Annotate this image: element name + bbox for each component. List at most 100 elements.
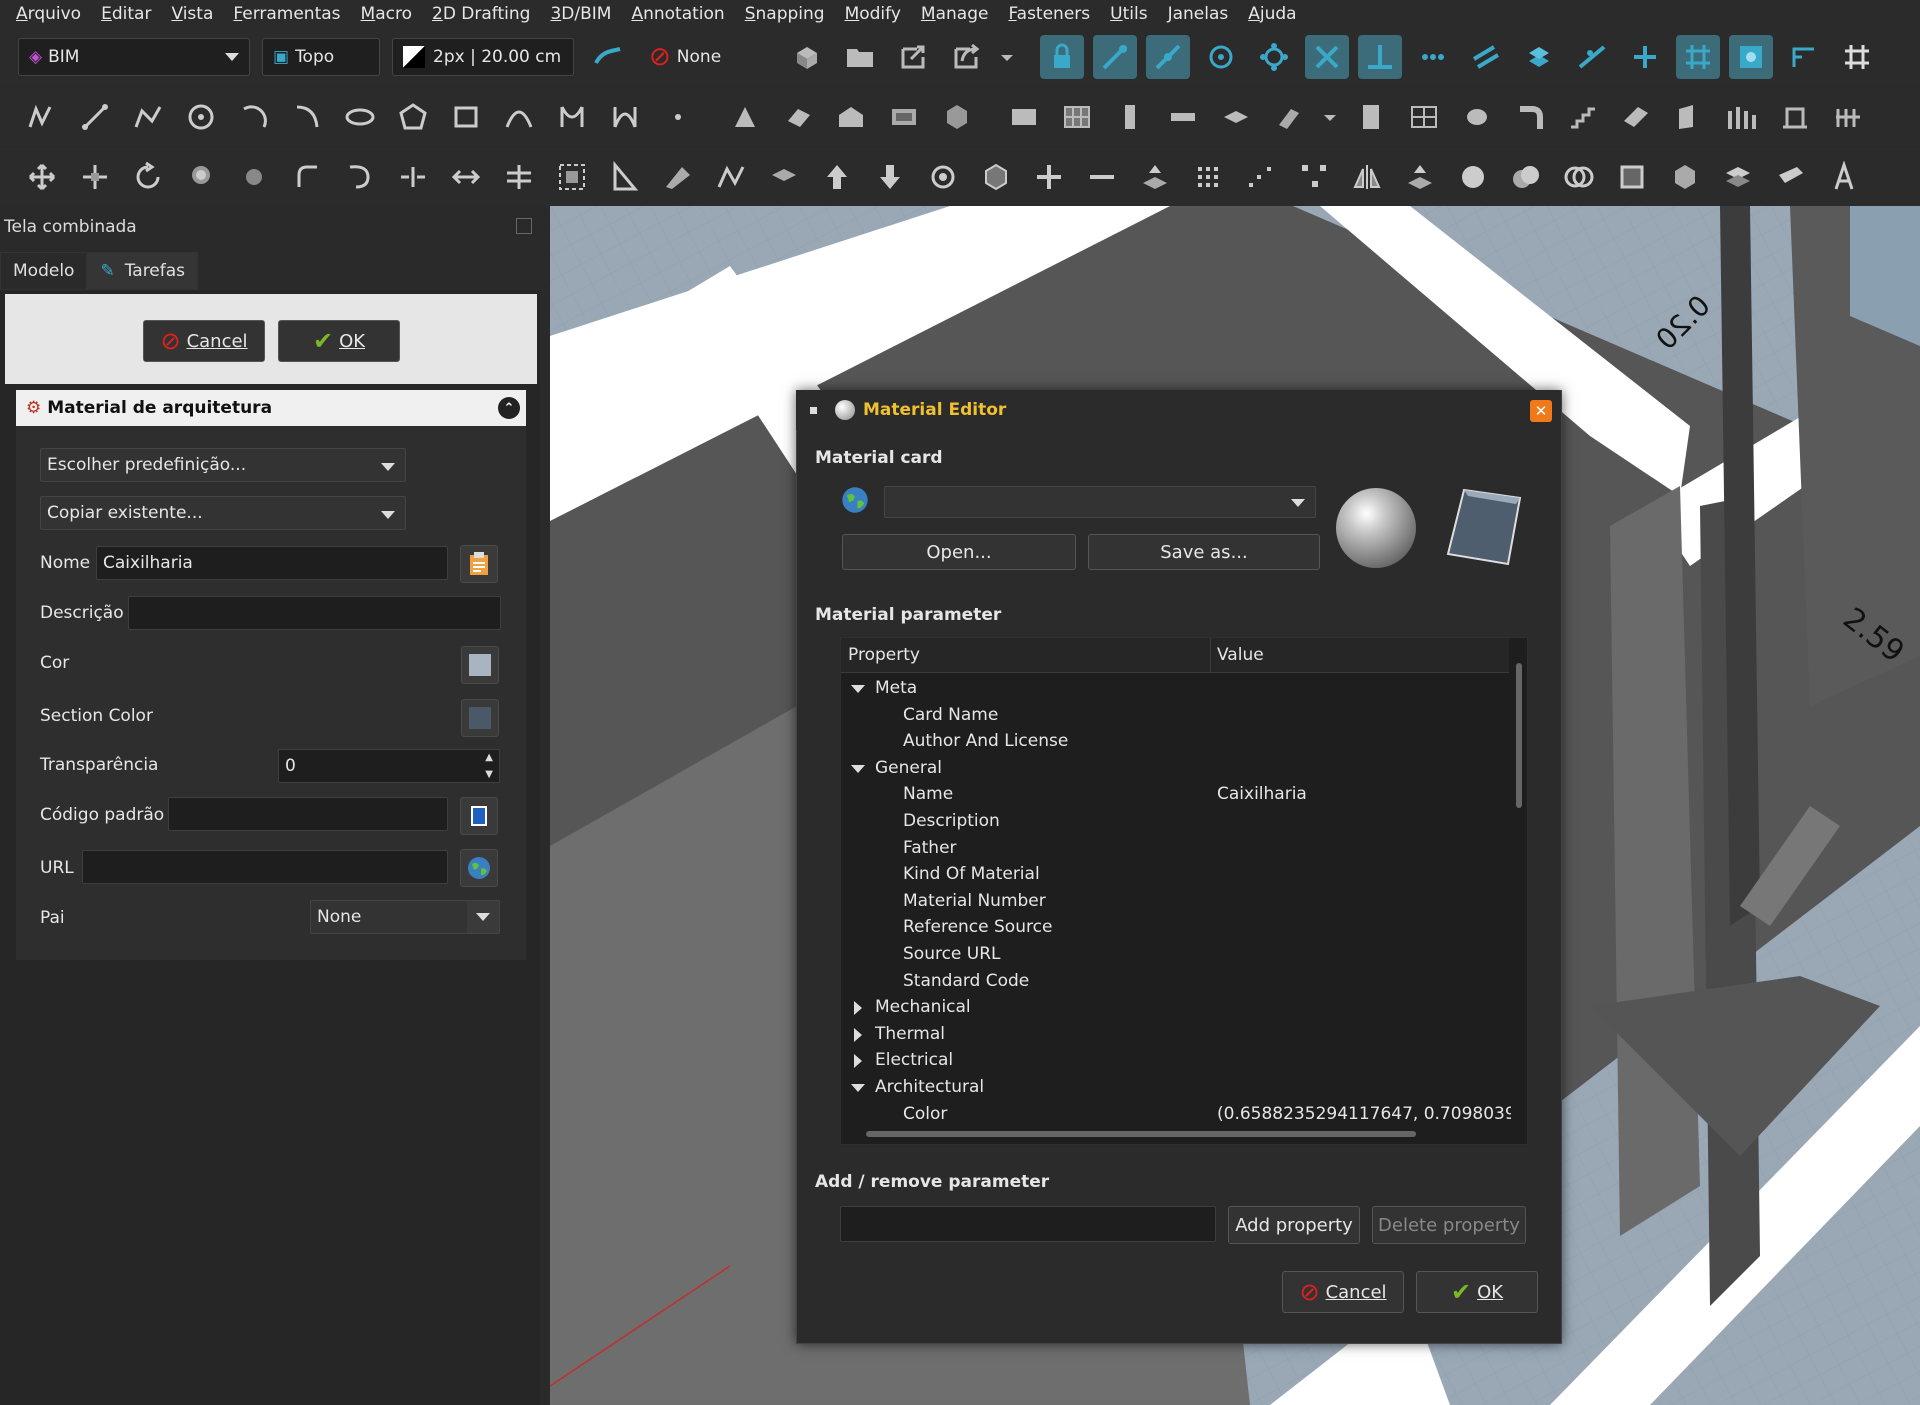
workbench-selector[interactable]: ◈ BIM [18,38,250,76]
menu-item[interactable]: Ferramentas [223,4,350,24]
preset-dropdown[interactable]: Escolher predefinição... [40,448,406,482]
tree-row[interactable]: Architectural [841,1075,1501,1101]
horizontal-scrollbar[interactable] [841,1126,1511,1142]
book-icon[interactable] [460,797,498,835]
menu-item[interactable]: Manage [911,4,999,24]
circle-icon[interactable] [179,95,223,139]
curtain-wall-icon[interactable] [1055,95,1099,139]
snap-parallel-icon[interactable] [1464,35,1508,79]
fillet-icon[interactable] [285,155,329,199]
vertical-scrollbar[interactable] [1511,638,1527,1128]
nome-field[interactable]: Caixilharia [96,546,448,580]
extrude-icon[interactable] [1133,155,1177,199]
task-cancel-button[interactable]: ⊘ Cancel [143,320,265,362]
split-icon[interactable] [391,155,435,199]
task-ok-button[interactable]: ✔ OK [278,320,400,362]
expanded-chevron-icon[interactable] [851,764,865,773]
collapsed-chevron-icon[interactable] [854,1054,862,1069]
copy-move-icon[interactable] [73,155,117,199]
new-property-field[interactable] [840,1206,1216,1242]
explode-icon[interactable] [921,155,965,199]
text-icon[interactable] [1822,155,1866,199]
bezier-icon[interactable] [550,95,594,139]
line-style-button[interactable]: 2px | 20.00 cm [392,38,574,76]
snap-center-icon[interactable] [1199,35,1243,79]
snap-workingplane-icon[interactable] [1729,35,1773,79]
remove-arrow-down-icon[interactable] [868,155,912,199]
move-icon[interactable] [20,155,64,199]
clone-icon[interactable] [762,155,806,199]
menu-item[interactable]: Macro [351,4,422,24]
snap-dimensions-icon[interactable] [1782,35,1826,79]
upgrade-icon[interactable] [444,155,488,199]
frame-icon[interactable] [1667,95,1711,139]
rebar-icon[interactable] [1826,95,1870,139]
shape-view-icon[interactable] [1716,155,1760,199]
menu-item[interactable]: 2D Drafting [422,4,540,24]
path-array-icon[interactable] [1239,155,1283,199]
menu-item[interactable]: Vista [161,4,223,24]
horizontal-scroll-thumb[interactable] [866,1131,1416,1137]
minus-icon[interactable] [1080,155,1124,199]
door-icon[interactable] [1267,95,1311,139]
snap-lock-icon[interactable] [1040,35,1084,79]
dialog-ok-button[interactable]: ✔ OK [1416,1271,1538,1313]
pipe-icon[interactable] [1455,95,1499,139]
menu-item[interactable]: Fasteners [998,4,1100,24]
transparencia-spinbox[interactable]: 0 ▲ ▼ [278,749,500,783]
open-button[interactable]: Open... [842,534,1076,570]
tagger-icon[interactable] [1769,155,1813,199]
material-card-dropdown[interactable] [884,486,1316,518]
tree-row[interactable]: Name Caixilharia [841,782,1501,808]
section-plane-icon[interactable] [1610,155,1654,199]
snap-ortho-icon[interactable] [1623,35,1667,79]
snap-near-icon[interactable] [1570,35,1614,79]
save-icon[interactable] [891,35,935,79]
wall-icon[interactable] [1002,95,1046,139]
plus-icon[interactable] [1027,155,1071,199]
tree-row[interactable]: Color (0.6588235294117647, 0.709803921568 [841,1102,1527,1128]
tab-tarefas[interactable]: ✎ Tarefas [87,252,199,290]
undock-icon[interactable] [516,218,532,234]
point-icon[interactable] [656,95,700,139]
polyline-icon[interactable] [126,95,170,139]
mirror-icon[interactable] [1345,155,1389,199]
tree-row[interactable]: Author And License [841,729,1501,755]
working-plane-button[interactable]: ⊘ None [639,39,759,75]
bspline-icon[interactable] [497,95,541,139]
arc-3points-icon[interactable] [285,95,329,139]
clipboard-icon[interactable] [460,545,498,583]
roof-icon[interactable] [1614,95,1658,139]
tree-row[interactable]: Electrical [841,1048,1501,1074]
material-property-tree[interactable]: Property Value Meta Card Name Author And L… [840,637,1528,1145]
trim-icon[interactable] [497,155,541,199]
snap-endpoint-icon[interactable] [1093,35,1137,79]
column-header-property[interactable]: Property [848,645,920,665]
collapse-icon[interactable]: ⌃ [498,397,520,419]
box-icon[interactable] [1663,155,1707,199]
beam-icon[interactable] [1161,95,1205,139]
globe-icon[interactable] [460,849,498,887]
dropdown-arrow-icon[interactable] [997,35,1017,79]
view-button[interactable]: ▣ Topo [262,38,380,76]
menu-item[interactable]: Modify [835,4,911,24]
open-folder-icon[interactable] [838,35,882,79]
column-icon[interactable] [1108,95,1152,139]
join-icon[interactable] [338,155,382,199]
menu-item[interactable]: 3D/BIM [540,4,621,24]
menu-item[interactable]: Ajuda [1238,4,1306,24]
construction-icon[interactable] [586,35,630,79]
section-color-button[interactable] [461,699,499,737]
rotate-icon[interactable] [126,155,170,199]
ellipse-icon[interactable] [338,95,382,139]
space-icon[interactable] [935,95,979,139]
arc-icon[interactable] [232,95,276,139]
equipment-icon[interactable] [1773,95,1817,139]
level-icon[interactable] [882,95,926,139]
panel-icon[interactable] [1402,95,1446,139]
tree-row[interactable]: General [841,756,1501,782]
collapsed-chevron-icon[interactable] [854,1001,862,1016]
scale-icon[interactable] [550,155,594,199]
grid-toggle-icon[interactable] [1835,35,1879,79]
snap-angle-icon[interactable] [1252,35,1296,79]
